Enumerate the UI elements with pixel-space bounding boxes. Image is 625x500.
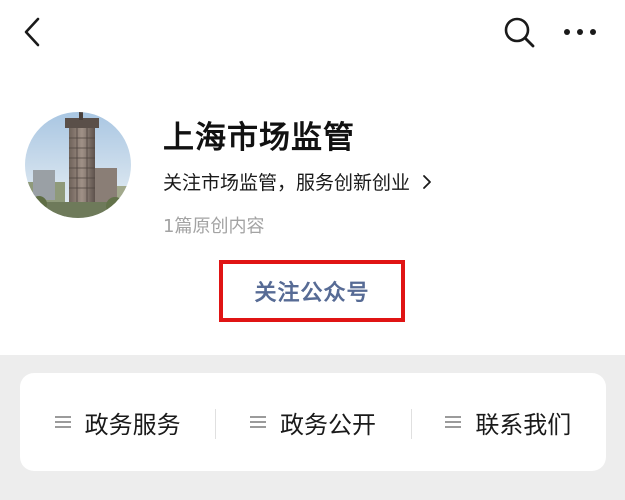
menu-lines-icon — [54, 416, 71, 428]
menu-item-label: 联系我们 — [475, 410, 572, 439]
chevron-right-icon — [423, 174, 431, 189]
account-profile: 上海市场监管 关注市场监管，服务创新创业 1篇原创内容 关注公众号 — [0, 70, 625, 355]
follow-highlight-box: 关注公众号 — [219, 260, 405, 322]
menu-item-government-disclosure[interactable]: 政务公开 — [215, 373, 410, 471]
menu-area: 政务服务 政务公开 联系我们 — [0, 355, 625, 500]
account-avatar[interactable] — [25, 112, 131, 218]
menu-item-government-services[interactable]: 政务服务 — [20, 373, 215, 471]
menu-item-contact-us[interactable]: 联系我们 — [410, 373, 606, 471]
menu-item-label: 政务公开 — [279, 410, 376, 439]
account-description-link[interactable]: 关注市场监管，服务创新创业 — [163, 168, 432, 195]
search-icon[interactable] — [502, 14, 536, 50]
menu-item-label: 政务服务 — [84, 410, 181, 439]
menu-bar: 政务服务 政务公开 联系我们 — [20, 373, 606, 471]
account-description: 关注市场监管，服务创新创业 — [163, 172, 411, 194]
more-dots-icon[interactable] — [560, 18, 600, 46]
account-name: 上海市场监管 — [163, 120, 355, 156]
chevron-left-icon[interactable] — [18, 14, 48, 50]
menu-lines-icon — [249, 416, 266, 428]
menu-lines-icon — [445, 416, 462, 428]
original-content-count: 1篇原创内容 — [163, 216, 265, 237]
top-bar — [0, 0, 625, 70]
follow-button[interactable]: 关注公众号 — [254, 275, 369, 307]
